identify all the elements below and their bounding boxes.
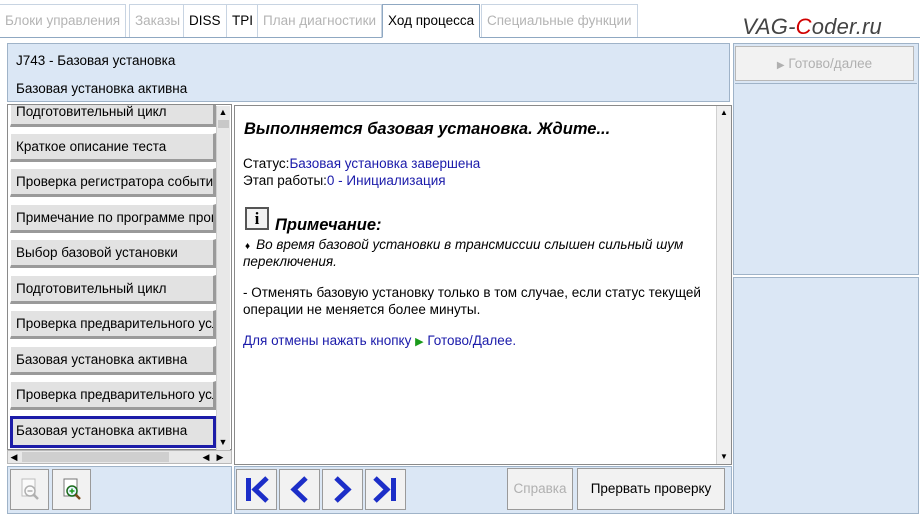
tab-tpi[interactable]: TPI [226,4,260,37]
list-item[interactable]: Выбор базовой установки [10,239,216,268]
status-row: Статус:Базовая установка завершена [243,156,481,171]
help-button[interactable]: Справка [507,468,573,510]
tab-process[interactable]: Ход процесса [382,4,481,38]
note-line: ♦ Во время базовой установки в трансмисси… [245,237,684,252]
scroll-left-icon[interactable]: ◀ [200,451,212,463]
list-item[interactable]: Проверка предварительного условия [10,381,216,410]
last-step-button[interactable] [365,469,406,510]
step-list-hscrollbar[interactable]: ◀ ◀ ▶ [7,450,232,464]
list-item[interactable]: Проверка регистратора событий [10,168,216,197]
watermark-logo: VAG-Coder.ru [742,14,882,39]
stage-row: Этап работы:0 - Инициализация [243,173,446,188]
chevron-right-icon [334,476,352,503]
note-line-2: переключения. [243,254,337,269]
zoom-out-button[interactable] [10,469,49,510]
zoom-in-button[interactable] [52,469,91,510]
scroll-up-icon[interactable]: ▲ [718,107,730,119]
cancel-note-line: - Отменять базовую установку только в то… [243,285,701,300]
next-step-button[interactable] [322,469,363,510]
content-heading: Выполняется базовая установка. Ждите... [244,120,611,138]
tab-special-functions[interactable]: Специальные функции [481,4,638,37]
skip-last-icon [373,476,396,503]
divider [735,83,917,84]
stage-value: 0 - Инициализация [326,173,446,188]
scroll-thumb[interactable] [218,120,229,128]
tab-orders[interactable]: Заказы [129,4,187,37]
procedure-status: Базовая установка активна [16,81,188,96]
list-item-selected[interactable]: Базовая установка активна [10,416,216,448]
previous-step-button[interactable] [279,469,320,510]
tab-diss[interactable]: DISS [183,4,227,37]
first-step-button[interactable] [236,469,277,510]
step-list-vscrollbar[interactable]: ▲ ▼ [216,106,230,450]
zoom-out-icon [21,478,39,500]
list-item[interactable]: Подготовительный цикл [10,105,216,127]
continue-button[interactable]: ▶ Готово/далее [735,46,914,81]
tab-diagnostic-plan[interactable]: План диагностики [257,4,383,37]
scroll-up-icon[interactable]: ▲ [217,106,229,118]
list-item[interactable]: Краткое описание теста [10,133,216,162]
green-arrow-icon: ▶ [415,336,424,348]
info-icon: i [245,207,269,230]
chevron-left-icon [290,476,308,503]
list-item[interactable]: Примечание по программе проверки [10,204,216,233]
scroll-thumb[interactable] [22,452,169,462]
list-item[interactable]: Подготовительный цикл [10,275,216,304]
hint-line: Для отмены нажать кнопку ▶ Готово/Далее. [243,333,517,348]
procedure-title: J743 - Базовая установка [16,53,176,68]
content-vscrollbar[interactable]: ▲ ▼ [716,106,731,464]
scroll-left-icon[interactable]: ◀ [8,451,20,463]
list-item[interactable]: Проверка предварительного условия [10,310,216,339]
note-title: Примечание: [275,216,382,234]
list-item[interactable]: Базовая установка активна [10,346,216,375]
bullet-icon: ♦ [245,241,251,252]
zoom-in-icon [63,478,81,500]
status-value: Базовая установка завершена [289,156,481,171]
procedure-header: J743 - Базовая установка Базовая установ… [7,43,730,102]
right-panel-bottom [733,277,919,514]
skip-first-icon [246,476,269,503]
abort-test-button[interactable]: Прервать проверку [577,468,725,510]
tab-control-units[interactable]: Блоки управления [0,4,127,37]
step-list: Подготовительный цикл Краткое описание т… [7,104,232,450]
scroll-right-icon[interactable]: ▶ [214,451,226,463]
play-icon: ▶ [776,60,785,71]
scroll-down-icon[interactable]: ▼ [217,436,229,448]
scroll-down-icon[interactable]: ▼ [718,451,730,463]
cancel-note-line-2: операции не меняется более минуты. [243,302,481,317]
